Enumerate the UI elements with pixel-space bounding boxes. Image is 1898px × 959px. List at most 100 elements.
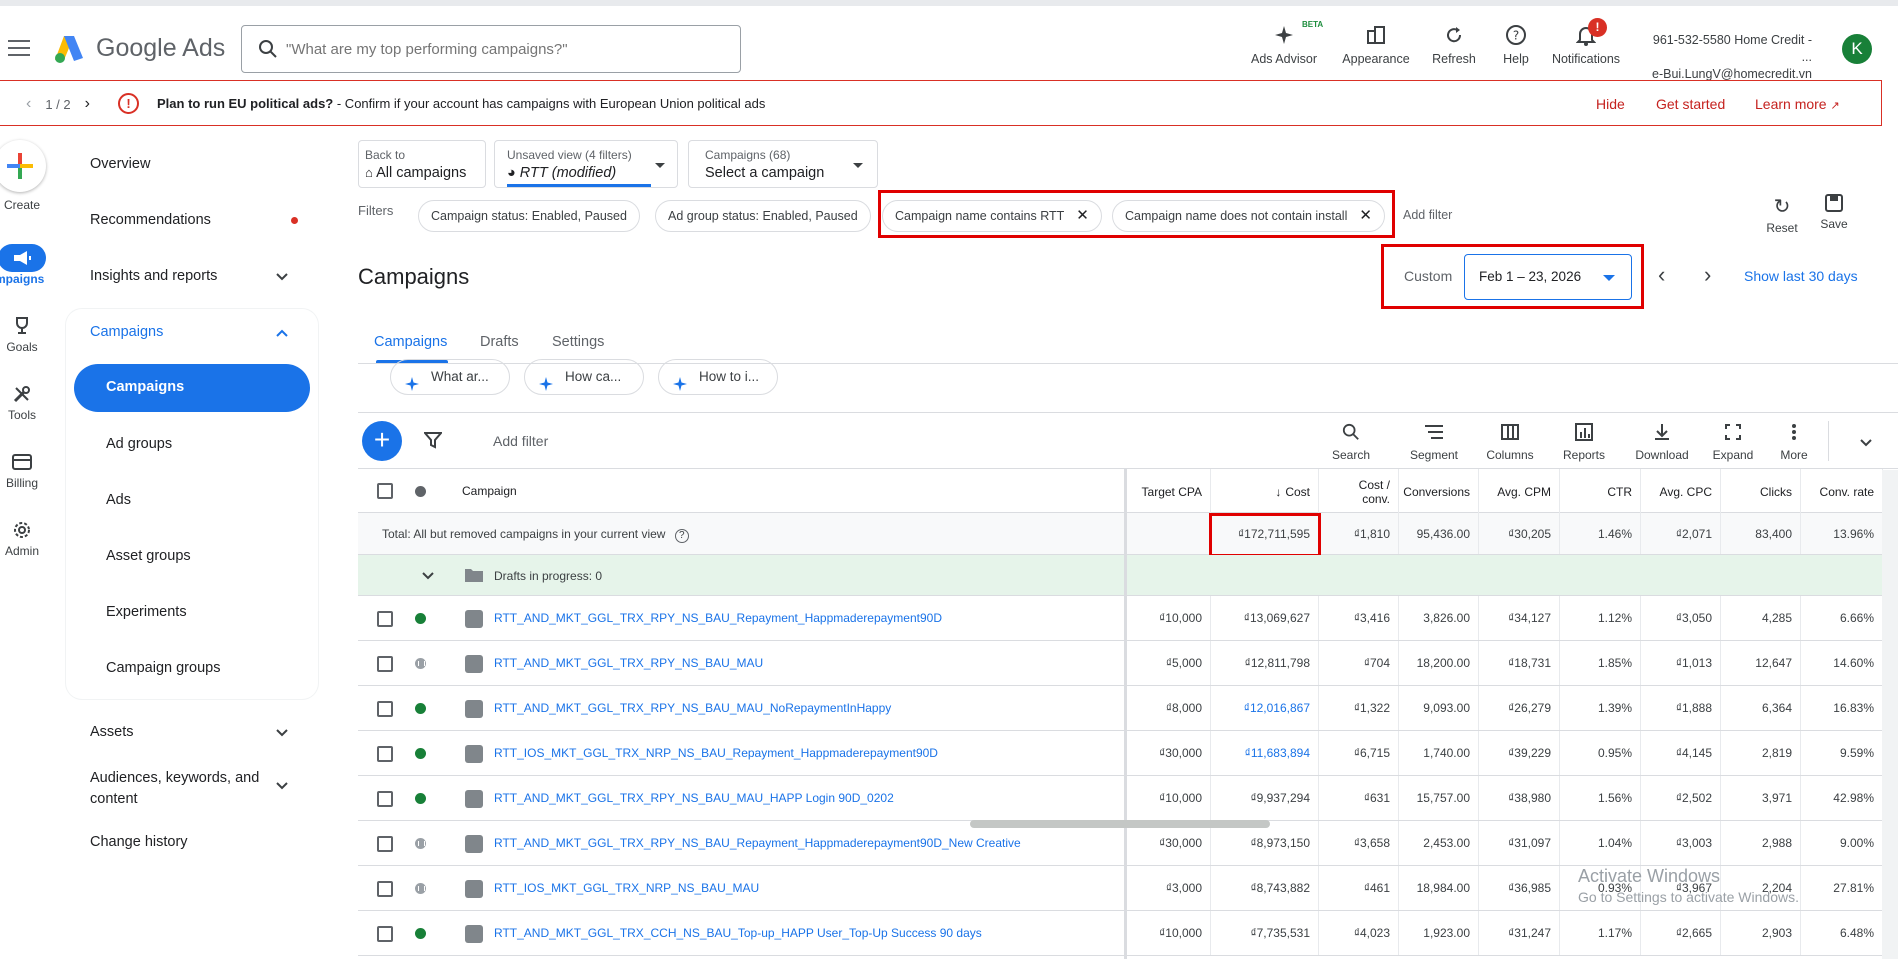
search-box[interactable] [241, 25, 741, 73]
reset-button[interactable]: ↻ Reset [1762, 194, 1802, 235]
nav-ads[interactable]: Ads [106, 492, 131, 508]
expand-button[interactable]: Expand [1708, 421, 1758, 462]
nav-experiments[interactable]: Experiments [106, 604, 187, 620]
nav-overview[interactable]: Overview [90, 156, 150, 172]
header-ctr[interactable]: CTR [1560, 469, 1641, 514]
header-avg-cpc[interactable]: Avg. CPC [1641, 469, 1721, 514]
status-paused-icon[interactable] [415, 838, 426, 849]
create-button[interactable] [0, 140, 46, 192]
suggestion-chip[interactable]: What ar... [390, 359, 510, 395]
header-campaign[interactable]: Campaign [462, 484, 517, 498]
horizontal-scrollbar[interactable] [970, 820, 1270, 828]
header-clicks[interactable]: Clicks [1721, 469, 1801, 514]
account-info[interactable]: 961-532-5580 Home Credit - ... e-Bui.Lun… [1650, 32, 1812, 83]
status-enabled-icon[interactable] [415, 793, 426, 804]
filter-chip-campaign-status[interactable]: Campaign status: Enabled, Paused [418, 200, 640, 232]
status-enabled-icon[interactable] [415, 928, 426, 939]
status-paused-icon[interactable] [415, 658, 426, 669]
row-checkbox[interactable] [377, 835, 393, 852]
collapse-toolbar-chevron-icon[interactable] [1828, 421, 1829, 461]
nav-insights[interactable]: Insights and reports [90, 268, 217, 284]
chevron-down-icon[interactable] [274, 269, 290, 285]
status-paused-icon[interactable] [415, 883, 426, 894]
chevron-right-icon[interactable]: › [85, 95, 90, 113]
chevron-down-icon[interactable] [274, 725, 290, 741]
notifications-button[interactable]: Notifications [1546, 22, 1626, 66]
learn-more-link[interactable]: Learn more ↗ [1755, 96, 1840, 112]
appearance-button[interactable]: Appearance [1336, 22, 1416, 66]
add-filter-input[interactable]: Add filter [493, 433, 548, 449]
suggestion-chip[interactable]: How ca... [524, 359, 644, 395]
status-header-icon[interactable] [415, 486, 426, 497]
status-enabled-icon[interactable] [415, 748, 426, 759]
rail-campaigns[interactable]: Campaigns [0, 244, 52, 286]
help-circle-icon[interactable]: ? [674, 529, 689, 543]
nav-ad-groups[interactable]: Ad groups [106, 436, 172, 452]
chevron-left-icon[interactable]: ‹ [1658, 262, 1665, 288]
table-row[interactable]: RTT_AND_MKT_GGL_TRX_RPY_NS_BAU_MAU_HAPP … [358, 776, 1898, 821]
filter-icon[interactable] [424, 431, 442, 449]
tab-settings[interactable]: Settings [552, 334, 604, 350]
nav-asset-groups[interactable]: Asset groups [106, 548, 191, 564]
back-to-all-campaigns[interactable]: Back to ⌂ All campaigns [358, 140, 486, 188]
drafts-row[interactable]: Drafts in progress: 0 [358, 555, 1898, 596]
table-row[interactable]: RTT_IOS_MKT_GGL_TRX_NRP_NS_BAU_Repayment… [358, 731, 1898, 776]
menu-icon[interactable] [8, 40, 30, 56]
chevron-down-icon[interactable] [420, 568, 436, 584]
header-cost[interactable]: ↓ Cost [1211, 469, 1319, 514]
nav-change-history[interactable]: Change history [90, 834, 188, 850]
hide-button[interactable]: Hide [1596, 96, 1625, 112]
tab-drafts[interactable]: Drafts [480, 334, 519, 350]
nav-assets[interactable]: Assets [90, 724, 134, 740]
segment-button[interactable]: Segment [1406, 421, 1462, 462]
add-filter-link[interactable]: Add filter [1403, 208, 1452, 222]
get-started-button[interactable]: Get started [1656, 96, 1725, 112]
status-enabled-icon[interactable] [415, 703, 426, 714]
row-checkbox[interactable] [377, 880, 393, 897]
chevron-right-icon[interactable]: › [1704, 262, 1711, 288]
refresh-button[interactable]: Refresh [1426, 22, 1482, 66]
row-checkbox[interactable] [377, 655, 393, 672]
help-button[interactable]: ? Help [1496, 22, 1536, 66]
campaign-name-link[interactable]: RTT_IOS_MKT_GGL_TRX_NRP_NS_BAU_MAU [494, 881, 759, 895]
view-selector[interactable]: Unsaved view (4 filters) ◕ RTT (modified… [494, 140, 678, 188]
campaign-selector[interactable]: Campaigns (68) Select a campaign [688, 140, 878, 188]
header-target-cpa[interactable]: Target CPA [1127, 469, 1211, 514]
save-button[interactable]: Save [1814, 194, 1854, 231]
table-row[interactable]: RTT_AND_MKT_GGL_TRX_CCH_NS_BAU_Top-up_HA… [358, 911, 1898, 956]
campaign-name-link[interactable]: RTT_AND_MKT_GGL_TRX_CCH_NS_BAU_Top-up_HA… [494, 926, 982, 940]
chevron-left-icon[interactable]: ‹ [26, 95, 31, 113]
campaign-name-link[interactable]: RTT_AND_MKT_GGL_TRX_RPY_NS_BAU_Repayment… [494, 611, 942, 625]
nav-campaigns[interactable]: Campaigns [74, 364, 310, 412]
search-input[interactable] [286, 37, 726, 61]
table-row[interactable]: RTT_AND_MKT_GGL_TRX_RPY_NS_BAU_MAU ₫5,000… [358, 641, 1898, 686]
add-campaign-button[interactable]: + [362, 421, 402, 461]
table-row[interactable]: RTT_AND_MKT_GGL_TRX_RPY_NS_BAU_MAU_NoRep… [358, 686, 1898, 731]
status-enabled-icon[interactable] [415, 613, 426, 624]
reports-button[interactable]: Reports [1556, 421, 1612, 462]
suggestion-chip[interactable]: How to i... [658, 359, 778, 395]
rail-admin[interactable]: Admin [0, 516, 52, 558]
search-tool-button[interactable]: Search [1326, 421, 1376, 462]
vertical-scroll-track[interactable] [1882, 470, 1898, 959]
avatar[interactable]: K [1842, 34, 1872, 64]
select-all-checkbox[interactable] [377, 483, 393, 499]
campaign-name-link[interactable]: RTT_AND_MKT_GGL_TRX_RPY_NS_BAU_MAU [494, 656, 763, 670]
filter-chip-ad-group-status[interactable]: Ad group status: Enabled, Paused [655, 200, 871, 232]
campaign-name-link[interactable]: RTT_AND_MKT_GGL_TRX_RPY_NS_BAU_MAU_HAPP … [494, 791, 894, 805]
rail-billing[interactable]: Billing [0, 448, 52, 490]
row-checkbox[interactable] [377, 700, 393, 717]
tab-campaigns[interactable]: Campaigns [374, 334, 447, 350]
header-cost-per-conv[interactable]: Cost / conv. [1319, 469, 1399, 514]
more-button[interactable]: More [1772, 421, 1816, 462]
campaign-name-link[interactable]: RTT_AND_MKT_GGL_TRX_RPY_NS_BAU_MAU_NoRep… [494, 701, 891, 715]
chevron-down-icon[interactable] [1858, 435, 1874, 451]
rail-tools[interactable]: Tools [0, 380, 52, 422]
rail-goals[interactable]: Goals [0, 312, 52, 354]
row-checkbox[interactable] [377, 925, 393, 942]
chevron-up-icon[interactable] [274, 325, 290, 341]
header-conversions[interactable]: Conversions [1399, 469, 1479, 514]
table-row[interactable]: RTT_AND_MKT_GGL_TRX_RPY_NS_BAU_Repayment… [358, 596, 1898, 641]
header-conv-rate[interactable]: Conv. rate [1801, 469, 1883, 514]
campaign-name-link[interactable]: RTT_IOS_MKT_GGL_TRX_NRP_NS_BAU_Repayment… [494, 746, 938, 760]
